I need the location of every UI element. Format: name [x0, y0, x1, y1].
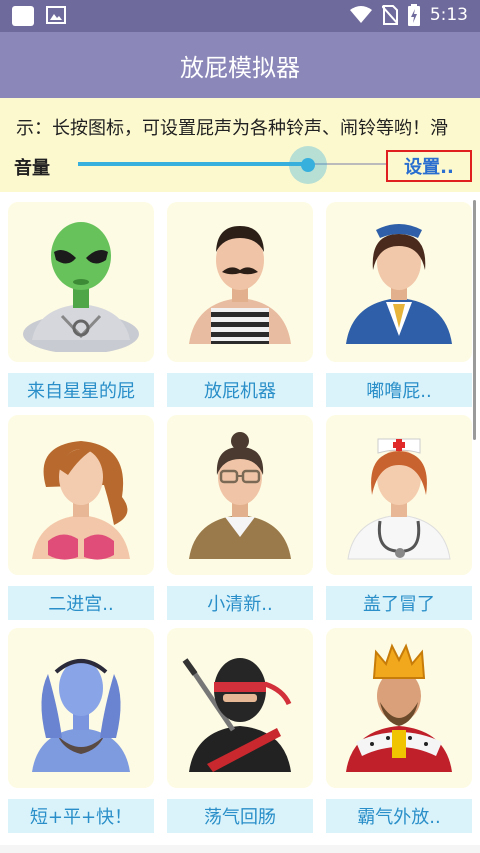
notification-square-icon [12, 6, 34, 26]
sound-card[interactable] [8, 628, 154, 788]
mermaid-woman-avatar-icon [32, 441, 130, 560]
sound-label[interactable]: 短+平+快！ [8, 799, 154, 833]
sound-label[interactable]: 小清新.. [167, 586, 313, 620]
status-bar: 5:13 [0, 0, 480, 32]
sound-item-xiaoqingxin[interactable]: 小清新.. [167, 415, 313, 620]
blue-woman-avatar-icon [32, 659, 130, 772]
sound-label[interactable]: 二进宫.. [8, 586, 154, 620]
scrollbar[interactable] [473, 200, 476, 440]
status-time: 5:13 [429, 5, 468, 25]
sound-item-baqiwaifang[interactable]: 霸气外放.. [326, 628, 472, 833]
sound-card[interactable] [167, 628, 313, 788]
sound-card[interactable] [326, 628, 472, 788]
app-bar: 放屁模拟器 [0, 32, 480, 98]
sound-item-gaileomao[interactable]: 盖了冒了 [326, 415, 472, 620]
volume-track-filled[interactable] [78, 162, 308, 166]
sound-label[interactable]: 放屁机器 [167, 373, 313, 407]
sound-item-dangqihuichang[interactable]: 荡气回肠 [167, 628, 313, 833]
wifi-icon [349, 6, 372, 23]
sound-grid: 来自星星的屁 放屁机器 嘟噜屁.. 二进宫.. 小清新.. 盖了冒了 短+平+快… [0, 192, 480, 853]
notice-marquee: 示：长按图标，可设置屁声为各种铃声、闹铃等哟！滑 [16, 118, 448, 139]
sound-item-duanpingkuai[interactable]: 短+平+快！ [8, 628, 154, 833]
alien-avatar-icon [23, 222, 139, 352]
image-icon [46, 6, 66, 24]
volume-label: 音量 [14, 158, 50, 179]
app-title: 放屁模拟器 [180, 53, 300, 82]
sound-item-alien[interactable]: 来自星星的屁 [8, 202, 154, 407]
sound-label[interactable]: 霸气外放.. [326, 799, 472, 833]
sound-item-dulu[interactable]: 嘟噜屁.. [326, 202, 472, 407]
sound-card[interactable] [8, 415, 154, 575]
sound-label[interactable]: 来自星星的屁 [8, 373, 154, 407]
settings-button[interactable]: 设置.. [386, 150, 472, 182]
sound-card[interactable] [8, 202, 154, 362]
glasses-woman-avatar-icon [189, 432, 291, 559]
ninja-avatar-icon [182, 658, 292, 772]
sound-label[interactable]: 盖了冒了 [326, 586, 472, 620]
sound-label[interactable]: 嘟噜屁.. [326, 373, 472, 407]
battery-charging-icon [407, 4, 420, 26]
next-row-peek [0, 845, 480, 853]
mustache-man-avatar-icon [189, 226, 291, 344]
nurse-avatar-icon [347, 438, 451, 560]
sound-card[interactable] [167, 415, 313, 575]
king-avatar-icon [346, 643, 452, 772]
sound-card[interactable] [167, 202, 313, 362]
sound-item-erjingong[interactable]: 二进宫.. [8, 415, 154, 620]
sound-card[interactable] [326, 202, 472, 362]
stewardess-avatar-icon [346, 224, 452, 344]
sound-card[interactable] [326, 415, 472, 575]
sound-item-machine[interactable]: 放屁机器 [167, 202, 313, 407]
no-sim-icon [381, 5, 398, 25]
volume-thumb[interactable] [301, 158, 315, 172]
sound-label[interactable]: 荡气回肠 [167, 799, 313, 833]
